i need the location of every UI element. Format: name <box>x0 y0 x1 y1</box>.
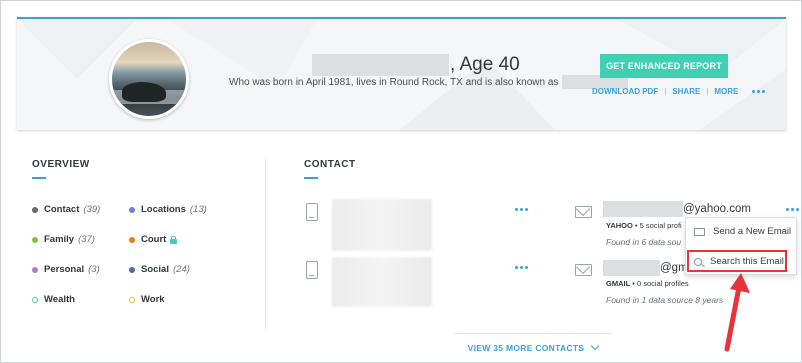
overview-item-contact[interactable]: Contact (39) <box>32 204 100 215</box>
more-link[interactable]: MORE <box>714 87 738 96</box>
redacted-phone-2 <box>332 257 432 307</box>
phone-icon <box>306 203 318 221</box>
age-label: , Age 40 <box>450 54 520 75</box>
contact-dot-icon <box>32 206 38 213</box>
redacted-email-user <box>603 260 660 276</box>
section-divider <box>265 159 266 329</box>
email-1-options-icon[interactable] <box>786 208 799 211</box>
locations-dot-icon <box>129 206 135 213</box>
overview-item-label: Wealth <box>44 294 75 305</box>
overview-item-label: Contact <box>44 204 80 215</box>
overview-item-work[interactable]: Work <box>129 294 165 305</box>
personal-dot-icon <box>32 266 38 273</box>
work-dot-icon <box>129 296 135 303</box>
social-profiles-count: • 0 social profiles <box>630 279 689 288</box>
view-more-label: VIEW 35 MORE CONTACTS <box>467 342 585 353</box>
share-link[interactable]: SHARE <box>672 87 700 96</box>
overview-item-count: (13) <box>189 204 207 215</box>
phone-1-options-icon[interactable] <box>515 208 528 211</box>
overview-underline <box>32 177 46 179</box>
email-address-yahoo: @yahoo.com <box>603 201 751 217</box>
lock-icon <box>170 235 178 244</box>
redacted-name <box>312 54 449 76</box>
overview-item-social[interactable]: Social (24) <box>129 264 190 275</box>
separator: | <box>664 87 667 96</box>
annotation-arrow-icon <box>724 273 750 352</box>
report-header-card: , Age 40 Who was born in April 1981, liv… <box>17 17 786 130</box>
overview-item-personal[interactable]: Personal (3) <box>32 264 100 275</box>
email-domain: @gm <box>660 262 688 274</box>
email-provider-info: YAHOO • 5 social profi <box>606 221 682 230</box>
chevron-down-icon <box>591 341 600 350</box>
data-source-info: Found in 1 data source 8 years <box>606 295 724 305</box>
highlight-box <box>687 250 787 272</box>
court-dot-icon <box>129 236 135 243</box>
wealth-dot-icon <box>32 296 38 303</box>
menu-item-label: Send a New Email <box>713 226 792 237</box>
person-summary: Who was born in April 1981, lives in Rou… <box>229 75 629 89</box>
header-actions: DOWNLOAD PDF | SHARE | MORE <box>592 87 766 96</box>
overview-item-count: (3) <box>88 264 100 275</box>
contact-underline <box>304 177 318 179</box>
send-new-email-menu-item[interactable]: Send a New Email <box>694 226 791 237</box>
view-more-contacts-link[interactable]: VIEW 35 MORE CONTACTS <box>454 333 612 361</box>
overview-item-count: (24) <box>173 264 190 275</box>
profile-photo <box>109 39 189 119</box>
overview-item-locations[interactable]: Locations (13) <box>129 204 207 215</box>
overview-item-label: Personal <box>44 264 85 275</box>
overview-item-family[interactable]: Family (37) <box>32 234 95 245</box>
more-options-icon[interactable] <box>752 90 766 93</box>
overview-item-label: Work <box>141 294 165 305</box>
get-enhanced-report-button[interactable]: GET ENHANCED REPORT <box>600 54 728 78</box>
mail-icon <box>694 227 705 236</box>
overview-item-court[interactable]: Court <box>129 234 178 245</box>
data-source-info: Found in 6 data sou <box>606 237 682 247</box>
redacted-email-user <box>603 201 683 217</box>
family-dot-icon <box>32 236 38 243</box>
download-pdf-link[interactable]: DOWNLOAD PDF <box>592 87 658 96</box>
overview-item-label: Locations <box>141 204 186 215</box>
redacted-phone-1 <box>332 199 432 251</box>
social-profiles-count: • 5 social profi <box>632 221 682 230</box>
contact-title: CONTACT <box>304 159 356 170</box>
provider-name: GMAIL <box>606 279 631 288</box>
overview-item-label: Court <box>141 234 167 245</box>
phone-2-options-icon[interactable] <box>515 266 528 269</box>
email-domain: @yahoo.com <box>683 203 751 215</box>
overview-item-count: (37) <box>78 234 96 245</box>
provider-name: YAHOO <box>606 221 633 230</box>
email-icon <box>575 206 592 218</box>
separator: | <box>706 87 709 96</box>
email-address-gmail: @gm <box>603 260 688 276</box>
overview-item-label: Family <box>44 234 75 245</box>
overview-item-wealth[interactable]: Wealth <box>32 294 75 305</box>
overview-item-label: Social <box>141 264 169 275</box>
email-provider-info: GMAIL • 0 social profiles <box>606 279 689 288</box>
social-dot-icon <box>129 266 135 273</box>
email-icon <box>575 264 592 276</box>
overview-title: OVERVIEW <box>32 159 90 170</box>
phone-icon <box>306 261 318 279</box>
summary-text: Who was born in April 1981, lives in Rou… <box>229 76 559 88</box>
overview-item-count: (39) <box>83 204 101 215</box>
